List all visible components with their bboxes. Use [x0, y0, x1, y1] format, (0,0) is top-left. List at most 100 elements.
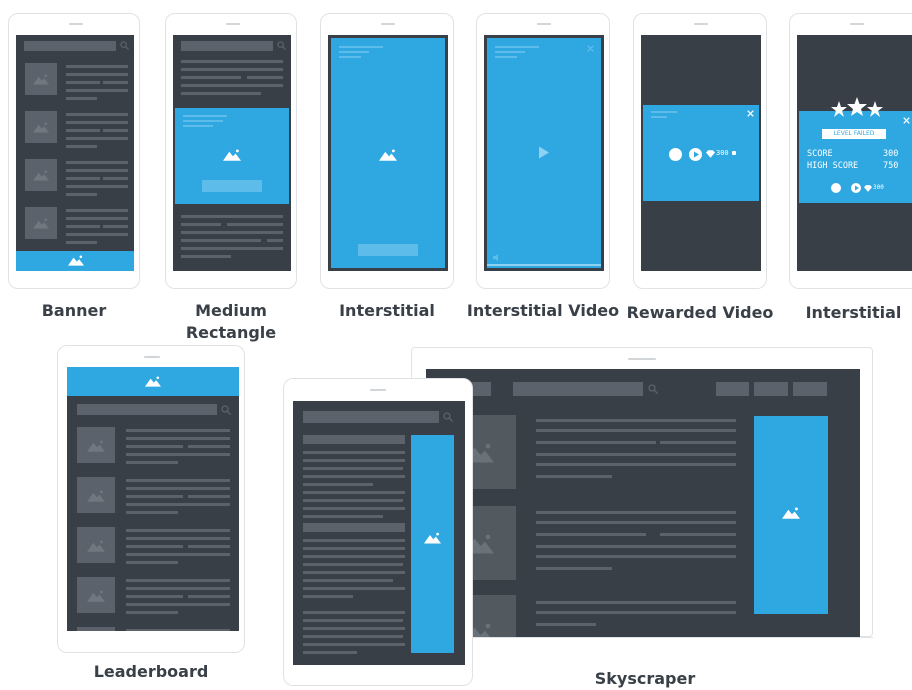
- label-interstitial-game: Interstitial: [805, 303, 902, 322]
- text-line: [126, 487, 230, 490]
- nav-button-1[interactable]: [716, 382, 749, 396]
- text-line: [66, 177, 100, 180]
- rewarded-video-phone: 300: [633, 13, 767, 289]
- thumbnail: [25, 159, 57, 191]
- interstitial-video-ad[interactable]: [487, 38, 601, 268]
- level-failed-badge: LEVEL FAILED: [822, 129, 886, 139]
- skyscraper-ad[interactable]: [411, 435, 454, 653]
- phone-notch: [694, 23, 708, 25]
- text-line: [303, 571, 405, 574]
- text-line: [303, 579, 393, 582]
- label-skyscraper: Skyscraper: [594, 669, 696, 688]
- text-line: [126, 595, 183, 598]
- banner-ad[interactable]: [16, 251, 134, 271]
- text-line: [126, 503, 230, 506]
- close-icon[interactable]: [747, 110, 754, 117]
- nav-button-2[interactable]: [754, 382, 788, 396]
- leaderboard-ad[interactable]: [67, 367, 239, 396]
- search-bar[interactable]: [24, 41, 116, 51]
- phone-screen: [328, 35, 448, 271]
- speaker-icon[interactable]: [493, 254, 501, 261]
- image-icon: [87, 589, 105, 602]
- image-icon: [87, 489, 105, 502]
- play-button[interactable]: [851, 183, 861, 193]
- text-line: [66, 73, 128, 76]
- search-bar[interactable]: [181, 41, 273, 51]
- medium-rectangle-ad[interactable]: [175, 108, 289, 204]
- gem-icon: [706, 150, 715, 158]
- search-icon[interactable]: [277, 41, 286, 50]
- phone-notch: [381, 23, 395, 25]
- text-line: [303, 635, 363, 638]
- text-line: [536, 567, 612, 570]
- phone-notch: [537, 23, 551, 25]
- rewarded-video-ad[interactable]: 300: [643, 105, 759, 201]
- text-line: [103, 129, 128, 132]
- cta-button[interactable]: [358, 244, 418, 256]
- text-line: [188, 495, 230, 498]
- text-line: [126, 437, 230, 440]
- text-line: [536, 511, 736, 514]
- play-icon[interactable]: [539, 146, 549, 159]
- text-line: [303, 539, 405, 542]
- text-line: [66, 233, 128, 236]
- text-line: [66, 145, 97, 148]
- image-icon: [87, 439, 105, 452]
- leaderboard-tablet: [57, 345, 245, 653]
- text-line: [303, 547, 405, 550]
- text-line: [303, 507, 405, 510]
- close-icon[interactable]: [587, 45, 594, 52]
- label-interstitial-video: Interstitial Video: [466, 301, 620, 320]
- text-line: [126, 529, 230, 532]
- score-label: SCORE: [807, 149, 833, 159]
- reward-plus-icon: [732, 151, 736, 155]
- text-line: [188, 595, 230, 598]
- search-icon[interactable]: [221, 405, 231, 415]
- interstitial-ad[interactable]: [331, 38, 445, 268]
- text-line: [303, 467, 363, 470]
- text-line: [126, 495, 183, 498]
- text-line: [536, 521, 736, 524]
- image-icon: [223, 148, 241, 161]
- thumbnail: [77, 577, 115, 613]
- text-line: [536, 463, 736, 466]
- search-bar[interactable]: [77, 404, 217, 415]
- search-bar[interactable]: [513, 382, 643, 396]
- section-header: [303, 523, 405, 532]
- search-icon[interactable]: [120, 41, 129, 50]
- stars-icon: [831, 97, 883, 117]
- text-line: [66, 89, 128, 92]
- text-line: [303, 587, 405, 590]
- play-button[interactable]: [689, 148, 702, 161]
- nav-button-3[interactable]: [793, 382, 827, 396]
- text-line: [536, 419, 736, 422]
- search-bar[interactable]: [303, 411, 439, 423]
- text-line: [536, 441, 656, 444]
- tablet-notch: [144, 356, 160, 358]
- laptop-camera: [628, 358, 656, 360]
- text-line: [66, 217, 128, 220]
- thumbnail: [25, 63, 57, 95]
- search-icon[interactable]: [443, 412, 453, 422]
- text-line: [66, 225, 100, 228]
- score-value: 300: [883, 149, 899, 159]
- skyscraper-laptop: [411, 347, 873, 638]
- text-line: [126, 561, 178, 564]
- text-line: [536, 545, 736, 548]
- text-line: [66, 209, 128, 212]
- text-line: [66, 129, 100, 132]
- phone-screen: LEVEL FAILED SCORE 300 HIGH SCORE 750 30…: [797, 35, 912, 271]
- game-interstitial-ad[interactable]: LEVEL FAILED SCORE 300 HIGH SCORE 750 30…: [799, 111, 912, 203]
- text-line: [66, 193, 97, 196]
- text-line: [126, 511, 178, 514]
- video-progress-bar[interactable]: [487, 264, 601, 266]
- search-icon[interactable]: [648, 384, 658, 394]
- image-icon: [33, 121, 49, 133]
- skyscraper-ad[interactable]: [754, 416, 828, 614]
- cta-button[interactable]: [202, 180, 262, 192]
- text-line: [660, 441, 736, 444]
- text-line: [536, 555, 736, 558]
- close-icon[interactable]: [903, 117, 910, 124]
- reward-amount: 300: [873, 184, 884, 191]
- text-line: [126, 603, 230, 606]
